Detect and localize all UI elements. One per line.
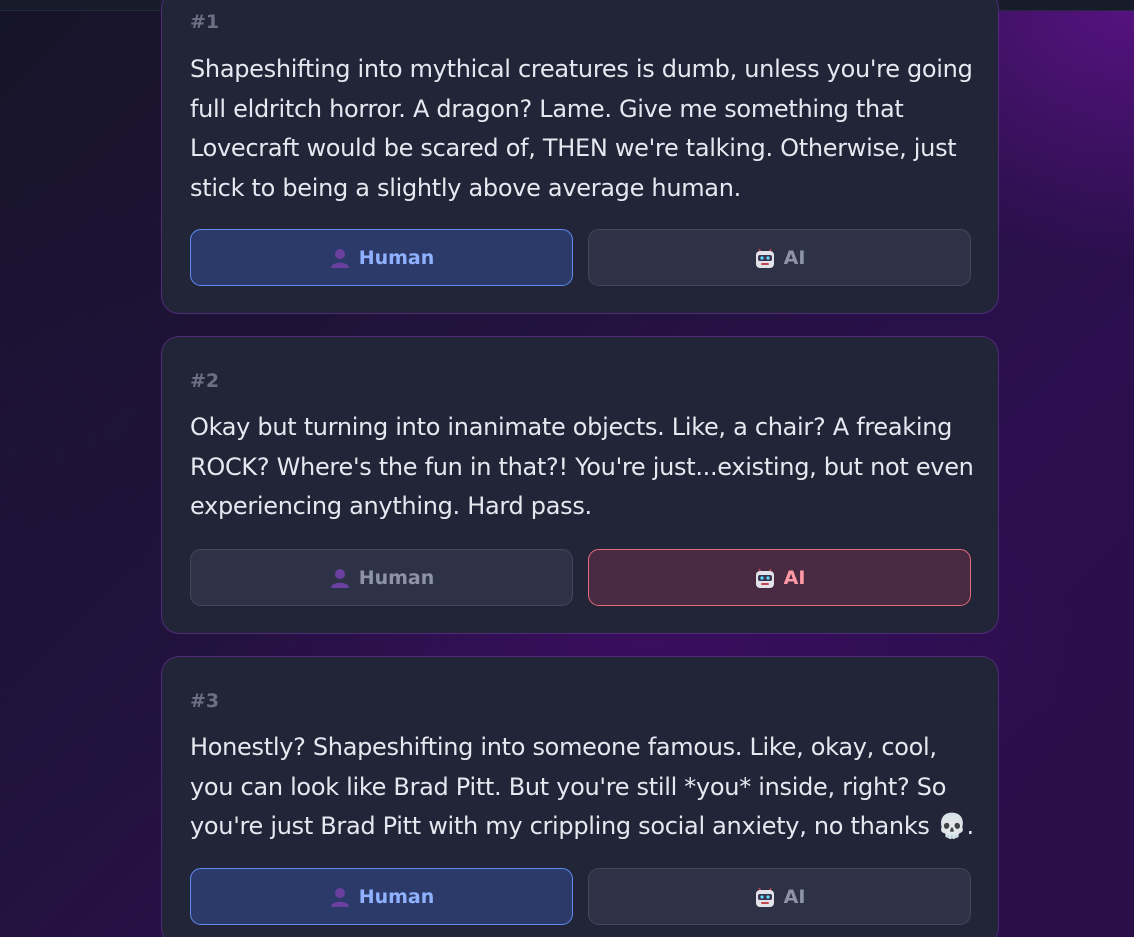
human-button-label: Human (358, 566, 435, 589)
person-icon (330, 248, 349, 268)
card-number: #1 (190, 11, 220, 33)
human-button[interactable]: Human (190, 868, 573, 925)
card-number: #2 (190, 370, 220, 392)
robot-icon (755, 568, 774, 588)
robot-icon (755, 887, 774, 907)
ai-button[interactable]: AI (588, 868, 971, 925)
card-2: #2 Okay but turning into inanimate objec… (161, 336, 999, 634)
card-3: #3 Honestly? Shapeshifting into someone … (161, 656, 999, 937)
card-text: Shapeshifting into mythical creatures is… (190, 55, 973, 202)
ai-button[interactable]: AI (588, 549, 971, 606)
card-text: Okay but turning into inanimate objects.… (190, 413, 974, 521)
card-number: #3 (190, 690, 220, 712)
person-icon (330, 568, 349, 588)
ai-button-label: AI (783, 566, 806, 589)
human-button-label: Human (358, 885, 435, 908)
robot-icon (755, 248, 774, 268)
human-button[interactable]: Human (190, 549, 573, 606)
human-button[interactable]: Human (190, 229, 573, 286)
card-1: #1 Shapeshifting into mythical creatures… (161, 0, 999, 314)
person-icon (330, 887, 349, 907)
ai-button[interactable]: AI (588, 229, 971, 286)
human-button-label: Human (358, 246, 435, 269)
ai-button-label: AI (783, 246, 806, 269)
card-text: Honestly? Shapeshifting into someone fam… (190, 733, 974, 841)
ai-button-label: AI (783, 885, 806, 908)
